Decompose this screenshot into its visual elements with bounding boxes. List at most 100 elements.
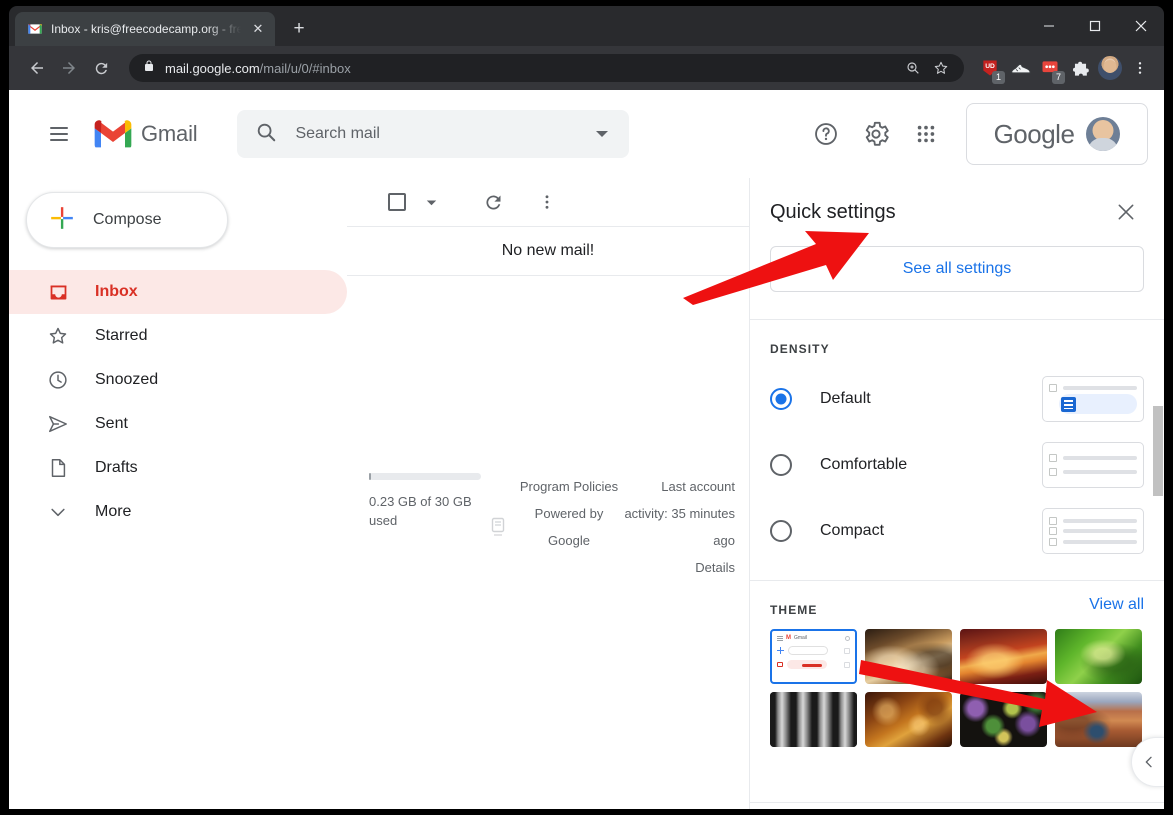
sidebar-item-label: Snoozed [95, 371, 159, 388]
reload-button-icon[interactable] [87, 54, 115, 82]
browser-menu-icon[interactable] [1126, 54, 1154, 82]
sidebar-item-label: Sent [95, 415, 128, 432]
powered-by-google-link[interactable]: Powered by Google [515, 500, 623, 554]
mail-toolbar [347, 178, 749, 226]
help-icon[interactable] [804, 112, 848, 156]
close-window-button[interactable] [1118, 6, 1164, 46]
gmail-logo-text: Gmail [141, 121, 198, 146]
theme-thumb-default-gmail[interactable]: M Gmail [770, 629, 857, 684]
sidebar-item-label: Drafts [95, 459, 138, 476]
browser-window: Inbox - kris@freecodecamp.org - fre ✕ + [9, 6, 1164, 809]
minimize-button[interactable] [1026, 6, 1072, 46]
address-bar[interactable]: mail.google.com/mail/u/0/#inbox [129, 54, 964, 82]
footer-storage-icon [481, 473, 515, 581]
gear-icon[interactable] [854, 112, 898, 156]
view-all-link[interactable]: View all [1089, 584, 1144, 614]
search-bar[interactable] [237, 110, 630, 158]
more-options-icon[interactable] [525, 180, 569, 224]
see-all-settings-button[interactable]: See all settings [770, 246, 1144, 292]
quick-settings-title: Quick settings [770, 200, 896, 223]
theme-thumb-canyon-sunset[interactable] [960, 629, 1047, 684]
zoom-icon[interactable] [900, 55, 926, 81]
density-option-compact[interactable]: Compact [750, 498, 1164, 564]
ud-extension-badge: 1 [992, 71, 1005, 84]
theme-thumb-berries[interactable] [960, 692, 1047, 747]
density-option-label: Compact [820, 522, 885, 539]
red-extension-badge: 7 [1052, 71, 1065, 84]
account-avatar[interactable] [1086, 117, 1121, 151]
radio-compact[interactable] [770, 520, 792, 542]
tab-title: Inbox - kris@freecodecamp.org - fre [51, 22, 241, 36]
bookmark-star-icon[interactable] [928, 55, 954, 81]
google-apps-icon[interactable] [904, 112, 948, 156]
vertical-scrollbar[interactable] [1153, 406, 1163, 496]
new-tab-button[interactable]: + [285, 15, 313, 43]
radio-default[interactable] [770, 388, 792, 410]
quick-settings-panel: Quick settings See all settings DENSITY … [749, 178, 1164, 809]
sneaker-extension-icon[interactable] [1006, 54, 1034, 82]
chevron-down-icon [47, 501, 69, 523]
browser-tab[interactable]: Inbox - kris@freecodecamp.org - fre ✕ [15, 12, 275, 46]
storage-usage-text: 0.23 GB of 30 GB used [369, 494, 472, 528]
puzzle-extensions-icon[interactable] [1066, 54, 1094, 82]
search-icon [255, 121, 277, 148]
theme-thumb-metal-tubes[interactable] [770, 692, 857, 747]
gmail-body: Compose Inbox Starred Snoozed Sent Draft… [9, 178, 1164, 809]
theme-thumb-autumn-leaves[interactable] [865, 692, 952, 747]
back-button-icon[interactable] [23, 54, 51, 82]
sidebar-item-more[interactable]: More [9, 490, 347, 534]
forward-button-icon[interactable] [55, 54, 83, 82]
empty-inbox-message-row: No new mail! [347, 226, 749, 276]
browser-toolbar: mail.google.com/mail/u/0/#inbox UD 1 7 [9, 46, 1164, 90]
compose-label: Compose [93, 211, 162, 228]
send-icon [47, 413, 69, 435]
sidebar-item-drafts[interactable]: Drafts [9, 446, 347, 490]
storage-progress-bar [369, 473, 481, 480]
clock-icon [47, 369, 69, 391]
sidebar-item-starred[interactable]: Starred [9, 314, 347, 358]
theme-thumb-chess[interactable] [865, 629, 952, 684]
extensions-bar: UD 1 7 [968, 54, 1154, 84]
sidebar-item-snoozed[interactable]: Snoozed [9, 358, 347, 402]
density-option-label: Default [820, 390, 871, 407]
radio-comfortable[interactable] [770, 454, 792, 476]
program-policies-link[interactable]: Program Policies [515, 473, 623, 500]
omnibox-actions [900, 55, 954, 81]
mail-footer: 0.23 GB of 30 GB used Program Policies P… [347, 473, 749, 581]
refresh-icon[interactable] [471, 180, 515, 224]
density-option-default[interactable]: Default [750, 366, 1164, 432]
gmail-logo[interactable]: Gmail [93, 119, 198, 149]
footer-activity: Last account activity: 35 minutes ago De… [623, 473, 735, 581]
sidebar-item-sent[interactable]: Sent [9, 402, 347, 446]
sidebar: Compose Inbox Starred Snoozed Sent Draft… [9, 178, 347, 809]
sidebar-item-label: Starred [95, 327, 148, 344]
select-all-dropdown-icon[interactable] [419, 180, 443, 224]
quick-settings-header: Quick settings [750, 178, 1164, 246]
storage-usage: 0.23 GB of 30 GB used [369, 473, 481, 581]
theme-thumb-green-leaf[interactable] [1055, 629, 1142, 684]
draft-icon [47, 457, 69, 479]
gmail-favicon-icon [27, 21, 43, 37]
details-link[interactable]: Details [623, 554, 735, 581]
show-search-options-icon[interactable] [589, 121, 615, 147]
density-preview-default [1042, 376, 1144, 422]
maximize-button[interactable] [1072, 6, 1118, 46]
search-input[interactable] [295, 125, 590, 143]
select-all-checkbox[interactable] [375, 180, 419, 224]
compose-button[interactable]: Compose [26, 192, 228, 248]
tab-close-icon[interactable]: ✕ [249, 20, 267, 38]
ud-extension-icon[interactable]: UD 1 [976, 54, 1005, 84]
url-domain: mail.google.com [165, 60, 260, 76]
plus-icon [49, 205, 75, 236]
hamburger-menu-icon[interactable] [39, 114, 79, 154]
account-chip[interactable]: Google [966, 103, 1148, 165]
sidebar-nav-list: Inbox Starred Snoozed Sent Drafts More [9, 270, 347, 534]
sidebar-item-inbox[interactable]: Inbox [9, 270, 347, 314]
density-option-comfortable[interactable]: Comfortable [750, 432, 1164, 498]
panel-bottom-divider [750, 802, 1164, 803]
lock-icon [143, 59, 155, 77]
theme-thumb-river-canyon[interactable] [1055, 692, 1142, 747]
red-extension-icon[interactable]: 7 [1036, 54, 1065, 84]
close-icon[interactable] [1106, 192, 1146, 232]
browser-profile-avatar[interactable] [1096, 54, 1124, 82]
